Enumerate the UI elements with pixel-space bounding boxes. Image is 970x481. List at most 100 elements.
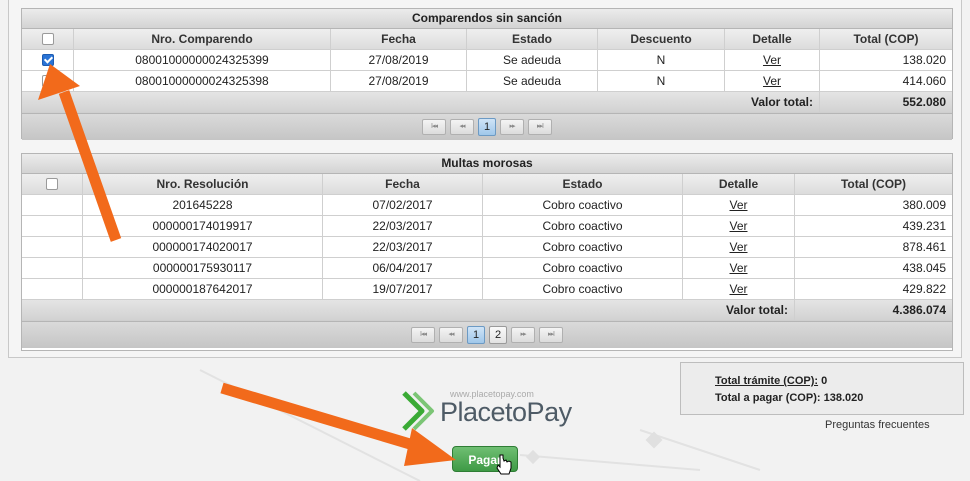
column-header: Total (COP) [840, 177, 907, 191]
column-header: Nro. Comparendo [74, 29, 331, 49]
detail-link[interactable]: Ver [729, 198, 747, 212]
comparendos-footer-row: Valor total: 552.080 [22, 92, 952, 113]
column-header: Fecha [323, 174, 483, 194]
next-page-button[interactable]: ▸▸ [511, 327, 535, 343]
first-page-button[interactable]: I◂◂ [422, 119, 446, 135]
row-select-cell[interactable] [22, 50, 74, 70]
select-all-cell[interactable] [22, 174, 83, 194]
resolution-date: 22/03/2017 [323, 237, 483, 257]
multas-title: Multas morosas [22, 154, 952, 174]
resolution-total: 878.461 [902, 240, 946, 254]
select-all-checkbox[interactable] [46, 177, 58, 190]
tramite-value: 0 [821, 375, 828, 387]
comparendos-pager: I◂◂ ◂◂ 1 ▸▸ ▸▸I [22, 113, 952, 140]
detail-link[interactable]: Ver [729, 282, 747, 296]
column-header: Detalle [683, 174, 795, 194]
row-checkbox-checked[interactable] [41, 53, 54, 66]
detail-cell: Ver [683, 279, 795, 299]
resolution-total: 429.822 [902, 282, 946, 296]
multas-pager: I◂◂ ◂◂ 1 2 ▸▸ ▸▸I [22, 321, 952, 348]
resolution-total: 438.045 [902, 261, 946, 275]
first-page-button[interactable]: I◂◂ [411, 327, 435, 343]
column-header: Total (COP) [853, 32, 919, 46]
row-select-cell [22, 258, 83, 278]
column-header: Detalle [725, 29, 820, 49]
select-all-checkbox[interactable] [41, 32, 54, 45]
resolution-date: 06/04/2017 [323, 258, 483, 278]
page-1-button[interactable]: 1 [478, 118, 496, 136]
row-select-cell[interactable] [22, 71, 74, 91]
column-header: Estado [467, 29, 598, 49]
column-header: Fecha [331, 29, 467, 49]
row-select-cell [22, 237, 83, 257]
footer-label: Valor total: [725, 92, 820, 112]
comparendos-header-row: Nro. Comparendo Fecha Estado Descuento D… [22, 29, 952, 50]
column-header: Nro. Resolución [83, 174, 323, 194]
detail-cell: Ver [683, 216, 795, 236]
tramite-line: Total trámite (COP): 0 [715, 373, 963, 390]
prev-page-button[interactable]: ◂◂ [450, 119, 474, 135]
column-header: Descuento [598, 29, 725, 49]
comparendos-table: Comparendos sin sanción Nro. Comparendo … [21, 8, 953, 140]
placetopay-wordmark: PlacetoPay [440, 397, 572, 427]
resolution-date: 22/03/2017 [323, 216, 483, 236]
footer-label: Valor total: [683, 300, 795, 320]
faq-link[interactable]: Preguntas frecuentes [825, 419, 930, 431]
last-page-button[interactable]: ▸▸I [539, 327, 563, 343]
comparendo-status: Se adeuda [467, 50, 598, 70]
page-2-button[interactable]: 2 [489, 326, 507, 344]
table-row: 08001000000024325399 27/08/2019 Se adeud… [22, 50, 952, 71]
resolution-date: 07/02/2017 [323, 195, 483, 215]
pay-button[interactable]: Pagar [452, 446, 518, 472]
resolution-number: 000000174019917 [83, 216, 323, 236]
table-row: 000000174019917 22/03/2017 Cobro coactiv… [22, 216, 952, 237]
footer-total: 552.080 [902, 95, 946, 109]
tramite-label: Total trámite (COP): [715, 375, 819, 387]
comparendo-date: 27/08/2019 [331, 71, 467, 91]
multas-header-row: Nro. Resolución Fecha Estado Detalle Tot… [22, 174, 952, 195]
detail-link[interactable]: Ver [729, 261, 747, 275]
row-select-cell [22, 216, 83, 236]
footer-spacer [22, 300, 683, 320]
detail-link[interactable]: Ver [729, 240, 747, 254]
next-page-button[interactable]: ▸▸ [500, 119, 524, 135]
detail-cell: Ver [683, 237, 795, 257]
detail-cell: Ver [725, 71, 820, 91]
resolution-number: 000000175930117 [83, 258, 323, 278]
table-row: 000000187642017 19/07/2017 Cobro coactiv… [22, 279, 952, 300]
resolution-number: 201645228 [83, 195, 323, 215]
results-panel: Comparendos sin sanción Nro. Comparendo … [8, 0, 962, 358]
resolution-status: Cobro coactivo [483, 216, 683, 236]
resolution-status: Cobro coactivo [483, 237, 683, 257]
detail-link[interactable]: Ver [763, 74, 781, 88]
multas-table: Multas morosas Nro. Resolución Fecha Est… [21, 153, 953, 351]
comparendo-discount: N [598, 71, 725, 91]
total-pagar-value: 138.020 [823, 392, 864, 404]
detail-cell: Ver [683, 195, 795, 215]
footer-total: 4.386.074 [892, 303, 946, 317]
detail-link[interactable]: Ver [729, 219, 747, 233]
comparendo-number: 08001000000024325399 [74, 50, 331, 70]
comparendo-status: Se adeuda [467, 71, 598, 91]
footer-spacer [22, 92, 725, 112]
table-row: 08001000000024325398 27/08/2019 Se adeud… [22, 71, 952, 92]
comparendo-date: 27/08/2019 [331, 50, 467, 70]
select-all-cell[interactable] [22, 29, 74, 49]
resolution-status: Cobro coactivo [483, 258, 683, 278]
last-page-button[interactable]: ▸▸I [528, 119, 552, 135]
resolution-total: 439.231 [902, 219, 946, 233]
comparendo-total: 138.020 [902, 53, 946, 67]
page-1-button[interactable]: 1 [467, 326, 485, 344]
comparendo-number: 08001000000024325398 [74, 71, 331, 91]
table-row: 000000174020017 22/03/2017 Cobro coactiv… [22, 237, 952, 258]
total-pagar-line: Total a pagar (COP): 138.020 [715, 390, 963, 407]
column-header: Estado [483, 174, 683, 194]
comparendo-total: 414.060 [902, 74, 946, 88]
prev-page-button[interactable]: ◂◂ [439, 327, 463, 343]
payment-summary: Total trámite (COP): 0 Total a pagar (CO… [680, 362, 964, 415]
placetopay-logo-icon [402, 391, 434, 431]
comparendo-discount: N [598, 50, 725, 70]
resolution-status: Cobro coactivo [483, 279, 683, 299]
row-checkbox[interactable] [41, 74, 54, 87]
detail-link[interactable]: Ver [763, 53, 781, 67]
